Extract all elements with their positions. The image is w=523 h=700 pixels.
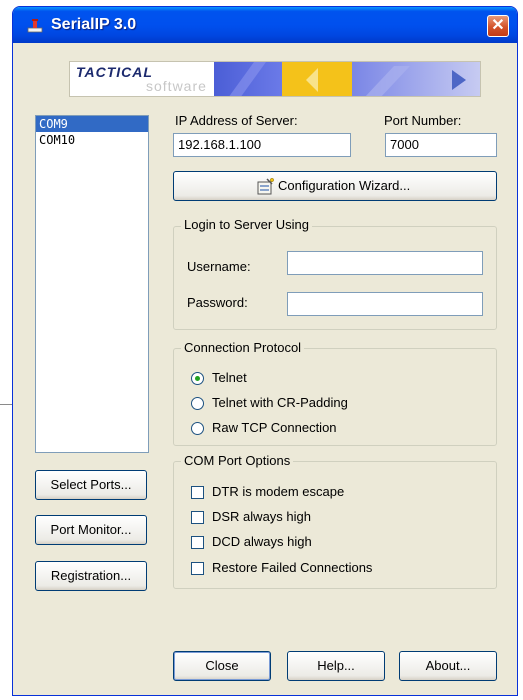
window-title: SerialIP 3.0 <box>51 16 137 33</box>
serialip-window: SerialIP 3.0 ✕ TACTICAL software COM9 CO… <box>12 6 518 696</box>
registration-button[interactable]: Registration... <box>35 561 147 591</box>
dtr-modem-escape-label[interactable]: DTR is modem escape <box>212 484 344 499</box>
dsr-always-high-checkbox[interactable] <box>191 511 204 524</box>
logo-wordmark: TACTICAL software <box>74 64 214 96</box>
password-field[interactable] <box>287 292 483 316</box>
com-port-list[interactable]: COM9 COM10 <box>35 115 149 453</box>
logo-banner-graphic <box>214 62 480 96</box>
wizard-icon <box>257 178 274 195</box>
username-label: Username: <box>187 259 251 274</box>
list-item-com10[interactable]: COM10 <box>36 132 148 148</box>
about-button[interactable]: About... <box>399 651 497 681</box>
password-label: Password: <box>187 295 248 310</box>
close-icon: ✕ <box>491 17 505 34</box>
select-ports-button[interactable]: Select Ports... <box>35 470 147 500</box>
list-item-com9[interactable]: COM9 <box>36 116 148 132</box>
port-number-field[interactable]: 7000 <box>385 133 497 157</box>
username-field[interactable] <box>287 251 483 275</box>
port-monitor-button[interactable]: Port Monitor... <box>35 515 147 545</box>
app-icon <box>27 19 43 33</box>
close-window-button[interactable]: ✕ <box>487 15 509 37</box>
title-bar[interactable]: SerialIP 3.0 ✕ <box>13 7 517 43</box>
logo-line-2: software <box>146 78 207 94</box>
restore-failed-connections-label[interactable]: Restore Failed Connections <box>212 560 372 575</box>
telnet-cr-padding-label[interactable]: Telnet with CR-Padding <box>212 395 348 410</box>
dtr-modem-escape-checkbox[interactable] <box>191 486 204 499</box>
com-port-options-legend: COM Port Options <box>181 453 294 468</box>
ip-address-label: IP Address of Server: <box>175 113 298 128</box>
logo-line-1: TACTICAL <box>76 64 153 80</box>
dsr-always-high-label[interactable]: DSR always high <box>212 509 311 524</box>
dcd-always-high-label[interactable]: DCD always high <box>212 534 312 549</box>
dcd-always-high-checkbox[interactable] <box>191 536 204 549</box>
restore-failed-connections-checkbox[interactable] <box>191 562 204 575</box>
ip-address-field[interactable]: 192.168.1.100 <box>173 133 351 157</box>
telnet-cr-padding-radio[interactable] <box>191 397 204 410</box>
port-number-label: Port Number: <box>384 113 462 128</box>
tactical-software-logo: TACTICAL software <box>69 61 481 97</box>
raw-tcp-radio[interactable] <box>191 422 204 435</box>
connection-protocol-legend: Connection Protocol <box>181 340 305 355</box>
help-button[interactable]: Help... <box>287 651 385 681</box>
close-button[interactable]: Close <box>173 651 271 681</box>
telnet-radio[interactable] <box>191 372 204 385</box>
telnet-label[interactable]: Telnet <box>212 370 247 385</box>
login-legend: Login to Server Using <box>181 217 313 232</box>
configuration-wizard-label: Configuration Wizard... <box>278 178 411 193</box>
configuration-wizard-button[interactable]: Configuration Wizard... <box>173 171 497 201</box>
raw-tcp-label[interactable]: Raw TCP Connection <box>212 420 337 435</box>
radio-selected-dot <box>195 376 200 381</box>
